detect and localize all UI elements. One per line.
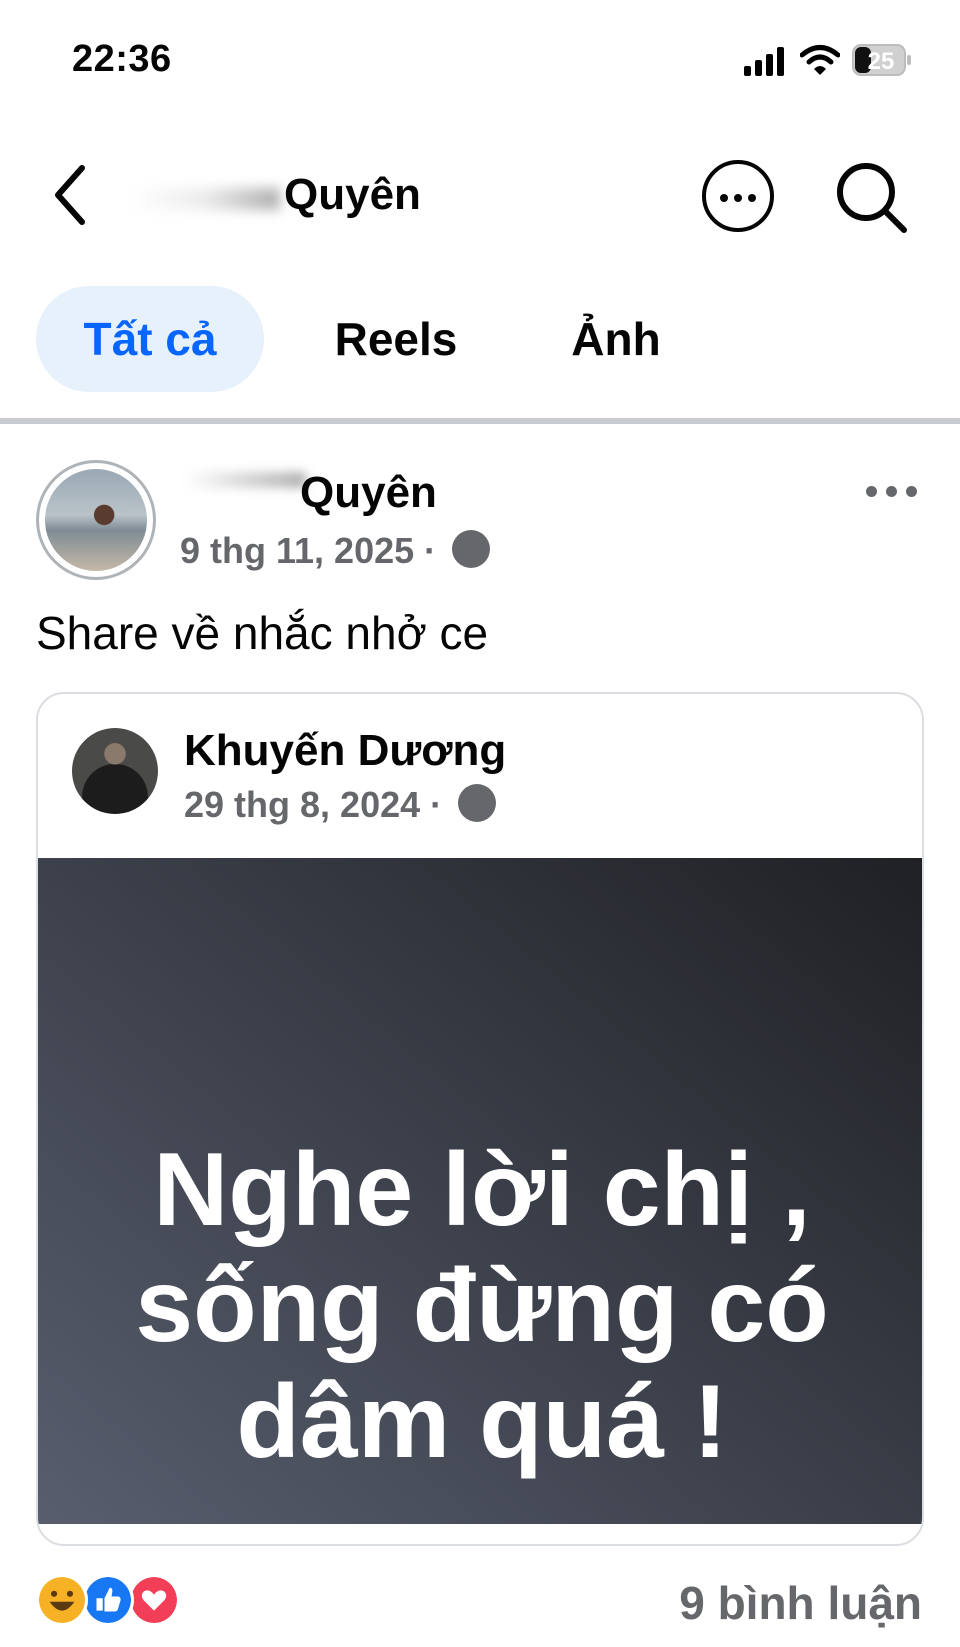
chevron-left-icon — [55, 165, 85, 225]
post-options-button[interactable] — [864, 476, 920, 506]
wifi-icon — [800, 45, 840, 75]
post-text: Share về nhắc nhở ce — [36, 607, 489, 659]
avatar[interactable] — [72, 728, 158, 814]
haha-icon — [36, 1574, 88, 1626]
globe-icon — [458, 784, 497, 823]
post-meta: 9 thg 11, 2025 · — [180, 530, 491, 572]
redacted-name — [130, 188, 280, 210]
battery-level: 25 — [868, 48, 895, 75]
tab-photos[interactable]: Ảnh — [534, 286, 698, 392]
shared-post[interactable]: Khuyến Dương 29 thg 8, 2024 · Nghe lời c… — [36, 692, 924, 1546]
status-time: 22:36 — [72, 38, 172, 80]
meta-separator: · — [424, 530, 437, 571]
search-icon — [837, 163, 907, 233]
tab-all[interactable]: Tất cả — [36, 286, 264, 392]
status-bar: 22:36 25 — [0, 0, 960, 120]
meta-separator: · — [430, 784, 443, 825]
globe-icon — [452, 530, 491, 569]
battery-icon: 25 — [852, 44, 911, 76]
love-icon — [128, 1574, 180, 1626]
shared-date[interactable]: 29 thg 8, 2024 — [184, 784, 420, 825]
divider — [0, 418, 960, 424]
reactions-summary[interactable] — [36, 1574, 182, 1628]
post-date[interactable]: 9 thg 11, 2025 — [180, 530, 414, 571]
shared-author[interactable]: Khuyến Dương — [184, 726, 506, 776]
redacted-name — [186, 472, 306, 488]
signal-icon — [744, 46, 788, 76]
content-tabs: Tất cả Reels Ảnh — [0, 282, 960, 394]
quote-text: Nghe lời chị , sống đừng có dâm quá ! — [78, 1132, 886, 1480]
quote-line: dâm quá ! — [236, 1364, 728, 1480]
page-title: Quyên — [284, 170, 421, 219]
profile-header: Quyên — [0, 130, 960, 260]
quote-line: sống đừng có — [135, 1248, 829, 1364]
avatar[interactable] — [36, 460, 156, 580]
quote-line: Nghe lời chị , — [153, 1132, 811, 1248]
shared-meta: 29 thg 8, 2024 · — [184, 784, 497, 826]
comments-count[interactable]: 9 bình luận — [679, 1576, 922, 1630]
post-author[interactable]: Quyên — [300, 468, 437, 518]
search-button[interactable] — [834, 160, 910, 236]
tab-reels[interactable]: Reels — [296, 286, 496, 392]
back-button[interactable] — [48, 160, 98, 230]
like-icon — [82, 1574, 134, 1626]
more-options-button[interactable] — [702, 160, 774, 232]
